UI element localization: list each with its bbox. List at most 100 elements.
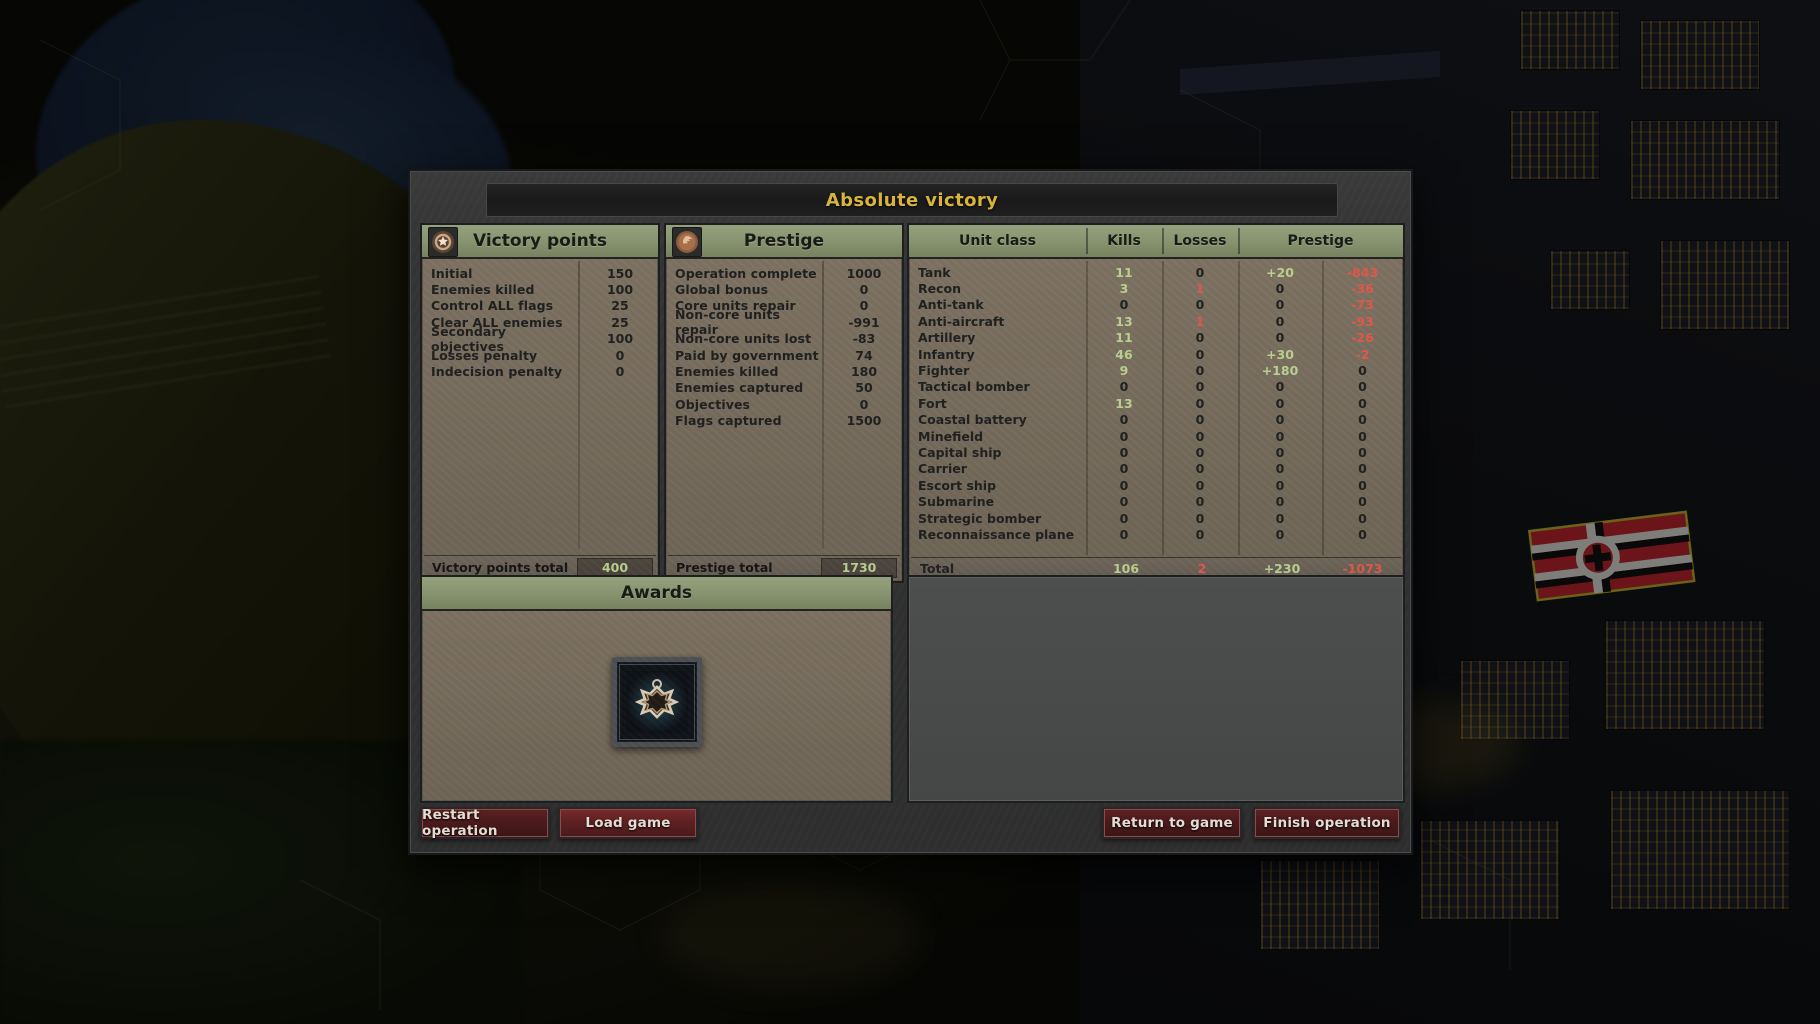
victory-points-label: Enemies killed bbox=[431, 282, 535, 298]
column-header-kills: Kills bbox=[1086, 225, 1162, 257]
cell-prestige-loss: 0 bbox=[1358, 363, 1367, 379]
victory-points-row: Indecision penalty 0 bbox=[422, 363, 658, 379]
victory-points-value: 150 bbox=[606, 265, 634, 281]
cell-prestige-loss: -36 bbox=[1351, 281, 1374, 297]
victory-points-row: Enemies killed 100 bbox=[422, 281, 658, 297]
page-title: Absolute victory bbox=[825, 189, 999, 211]
bronze-eagle-medallion-icon bbox=[672, 227, 702, 257]
cell-prestige-gain: 0 bbox=[1275, 330, 1285, 346]
table-row[interactable]: Infantry 46 0 +30 -2 bbox=[909, 346, 1403, 362]
total-kills: 106 bbox=[1112, 561, 1140, 576]
table-row[interactable]: Fighter 9 0 +180 0 bbox=[909, 362, 1403, 378]
cell-kills: 13 bbox=[1115, 313, 1133, 329]
cell-losses: 0 bbox=[1195, 526, 1205, 542]
table-row[interactable]: Submarine 0 0 0 0 bbox=[909, 493, 1403, 509]
table-row[interactable]: Coastal battery 0 0 0 0 bbox=[909, 412, 1403, 428]
table-row[interactable]: Escort ship 0 0 0 0 bbox=[909, 477, 1403, 493]
prestige-panel: Prestige Operation complete 1000 Global bo… bbox=[664, 223, 904, 583]
cell-prestige-loss: -2 bbox=[1355, 346, 1370, 362]
cell-unit-class: Submarine bbox=[918, 494, 995, 510]
victory-points-row: Control ALL flags 25 bbox=[422, 298, 658, 314]
table-row[interactable]: Tank 11 0 +20 -843 bbox=[909, 264, 1403, 280]
prestige-label: Enemies killed bbox=[675, 364, 779, 380]
table-row[interactable]: Recon 3 1 0 -36 bbox=[909, 280, 1403, 296]
laurel-wreath-star-icon bbox=[428, 227, 458, 257]
cell-unit-class: Minefield bbox=[918, 428, 984, 444]
victory-points-title: Victory points bbox=[473, 231, 607, 251]
cell-kills: 0 bbox=[1119, 494, 1129, 510]
table-row[interactable]: Tactical bomber 0 0 0 0 bbox=[909, 379, 1403, 395]
cell-kills: 0 bbox=[1119, 461, 1129, 477]
cell-prestige-gain: 0 bbox=[1275, 313, 1285, 329]
cell-kills: 0 bbox=[1119, 526, 1129, 542]
cell-kills: 0 bbox=[1119, 412, 1129, 428]
prestige-label: Global bonus bbox=[675, 282, 769, 298]
total-label: Total bbox=[920, 561, 955, 576]
cell-losses: 0 bbox=[1195, 395, 1205, 411]
cell-prestige-loss: 0 bbox=[1358, 412, 1367, 428]
table-row[interactable]: Carrier 0 0 0 0 bbox=[909, 461, 1403, 477]
cell-unit-class: Tank bbox=[918, 264, 951, 280]
prestige-row: Global bonus 0 bbox=[666, 281, 902, 297]
victory-points-row: Initial 150 bbox=[422, 265, 658, 281]
cell-prestige-gain: 0 bbox=[1275, 494, 1285, 510]
table-row[interactable]: Anti-tank 0 0 0 -73 bbox=[909, 297, 1403, 313]
load-game-button[interactable]: Load game bbox=[558, 807, 698, 839]
cell-losses: 0 bbox=[1195, 363, 1205, 379]
dialog-title-bar: Absolute victory bbox=[486, 183, 1338, 217]
cell-kills: 0 bbox=[1119, 428, 1129, 444]
cell-unit-class: Anti-tank bbox=[918, 297, 984, 313]
cell-kills: 0 bbox=[1119, 297, 1129, 313]
dialog-content: Victory points Initial 150 Enemies killed 1… bbox=[420, 223, 1405, 803]
table-row[interactable]: Anti-aircraft 13 1 0 -93 bbox=[909, 313, 1403, 329]
victory-points-value: 0 bbox=[615, 364, 625, 380]
victory-points-label: Indecision penalty bbox=[431, 364, 563, 380]
prestige-value: 0 bbox=[859, 282, 869, 298]
table-row[interactable]: Artillery 11 0 0 -26 bbox=[909, 330, 1403, 346]
cell-kills: 11 bbox=[1115, 264, 1133, 280]
finish-operation-button[interactable]: Finish operation bbox=[1253, 807, 1401, 839]
cell-prestige-loss: 0 bbox=[1358, 428, 1367, 444]
victory-points-value: 100 bbox=[606, 331, 634, 347]
cell-losses: 1 bbox=[1195, 281, 1205, 297]
prestige-value: 0 bbox=[859, 396, 869, 412]
return-to-game-button[interactable]: Return to game bbox=[1102, 807, 1242, 839]
cell-kills: 46 bbox=[1115, 346, 1133, 362]
cell-unit-class: Capital ship bbox=[918, 444, 1002, 460]
prestige-row: Flags captured 1500 bbox=[666, 413, 902, 429]
cell-prestige-gain: +20 bbox=[1266, 264, 1294, 280]
cell-prestige-gain: 0 bbox=[1275, 428, 1285, 444]
table-row[interactable]: Fort 13 0 0 0 bbox=[909, 395, 1403, 411]
cell-prestige-gain: 0 bbox=[1275, 510, 1285, 526]
prestige-value: 0 bbox=[859, 298, 869, 314]
victory-points-row: Losses penalty 0 bbox=[422, 347, 658, 363]
restart-operation-button[interactable]: Restart operation bbox=[420, 807, 550, 839]
prestige-title: Prestige bbox=[743, 231, 825, 251]
prestige-value: -83 bbox=[852, 331, 876, 347]
cell-prestige-gain: 0 bbox=[1275, 477, 1285, 493]
cell-prestige-loss: 0 bbox=[1358, 526, 1367, 542]
total-prestige-gain: +230 bbox=[1263, 561, 1301, 576]
prestige-row: Non-core units repair -991 bbox=[666, 307, 902, 337]
victory-points-value: 0 bbox=[615, 347, 625, 363]
awards-title: Awards bbox=[620, 583, 692, 603]
cell-prestige-gain: 0 bbox=[1275, 526, 1285, 542]
victory-points-label: Initial bbox=[431, 265, 473, 281]
cell-unit-class: Reconnaissance plane bbox=[918, 526, 1075, 542]
table-row[interactable]: Strategic bomber 0 0 0 0 bbox=[909, 510, 1403, 526]
prestige-label: Operation complete bbox=[675, 265, 817, 281]
table-row[interactable]: Minefield 0 0 0 0 bbox=[909, 428, 1403, 444]
prestige-row: Non-core units lost -83 bbox=[666, 331, 902, 347]
victory-points-value: 100 bbox=[606, 282, 634, 298]
cell-losses: 0 bbox=[1195, 412, 1205, 428]
victory-points-label: Control ALL flags bbox=[431, 298, 554, 314]
table-row[interactable]: Capital ship 0 0 0 0 bbox=[909, 444, 1403, 460]
cell-prestige-gain: 0 bbox=[1275, 395, 1285, 411]
cell-losses: 0 bbox=[1195, 461, 1205, 477]
prestige-label: Flags captured bbox=[675, 413, 782, 429]
table-row[interactable]: Reconnaissance plane 0 0 0 0 bbox=[909, 526, 1403, 542]
total-prestige-loss: -1073 bbox=[1342, 561, 1383, 576]
cell-unit-class: Recon bbox=[918, 281, 961, 297]
prestige-value: 1500 bbox=[846, 413, 882, 429]
iron-cross-medal-icon[interactable] bbox=[611, 657, 702, 748]
